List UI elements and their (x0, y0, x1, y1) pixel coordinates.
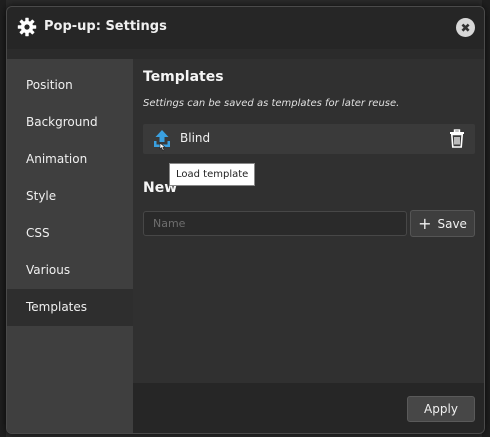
template-name: Blind (180, 131, 211, 145)
close-button[interactable]: ✖ (456, 18, 475, 37)
sidebar-item-various[interactable]: Various (7, 252, 133, 289)
sidebar-item-templates[interactable]: Templates (7, 289, 133, 326)
settings-sidebar: Position Background Animation Style CSS … (7, 59, 133, 433)
sidebar-item-label: Background (26, 115, 98, 129)
close-icon: ✖ (460, 20, 471, 35)
sidebar-item-label: Style (26, 189, 57, 203)
template-row[interactable]: Blind (143, 124, 475, 154)
dialog-titlebar[interactable]: Pop-up: Settings ✖ (7, 7, 484, 49)
upload-icon[interactable] (152, 129, 172, 151)
templates-heading: Templates (143, 69, 224, 85)
sidebar-item-label: Various (26, 263, 71, 277)
templates-panel: Templates Settings can be saved as templ… (133, 59, 484, 383)
sidebar-item-label: CSS (26, 226, 50, 240)
settings-dialog: Pop-up: Settings ✖ Position Background A… (6, 6, 485, 434)
sidebar-item-label: Animation (26, 152, 88, 166)
save-template-button[interactable]: + Save (410, 210, 475, 237)
plus-icon: + (418, 213, 432, 233)
apply-button[interactable]: Apply (407, 396, 475, 422)
sidebar-item-css[interactable]: CSS (7, 215, 133, 252)
trash-icon[interactable] (449, 129, 465, 148)
load-template-tooltip: Load template (169, 163, 256, 186)
sidebar-item-animation[interactable]: Animation (7, 141, 133, 178)
gear-icon (17, 17, 37, 37)
templates-description: Settings can be saved as templates for l… (143, 98, 400, 109)
sidebar-item-position[interactable]: Position (7, 67, 133, 104)
dialog-title: Pop-up: Settings (44, 19, 167, 34)
dialog-footer: Apply (133, 383, 484, 433)
sidebar-item-label: Templates (26, 300, 88, 314)
template-name-input[interactable] (143, 211, 407, 236)
sidebar-item-style[interactable]: Style (7, 178, 133, 215)
sidebar-item-label: Position (26, 78, 73, 92)
sidebar-item-background[interactable]: Background (7, 104, 133, 141)
save-button-label: Save (437, 216, 467, 231)
